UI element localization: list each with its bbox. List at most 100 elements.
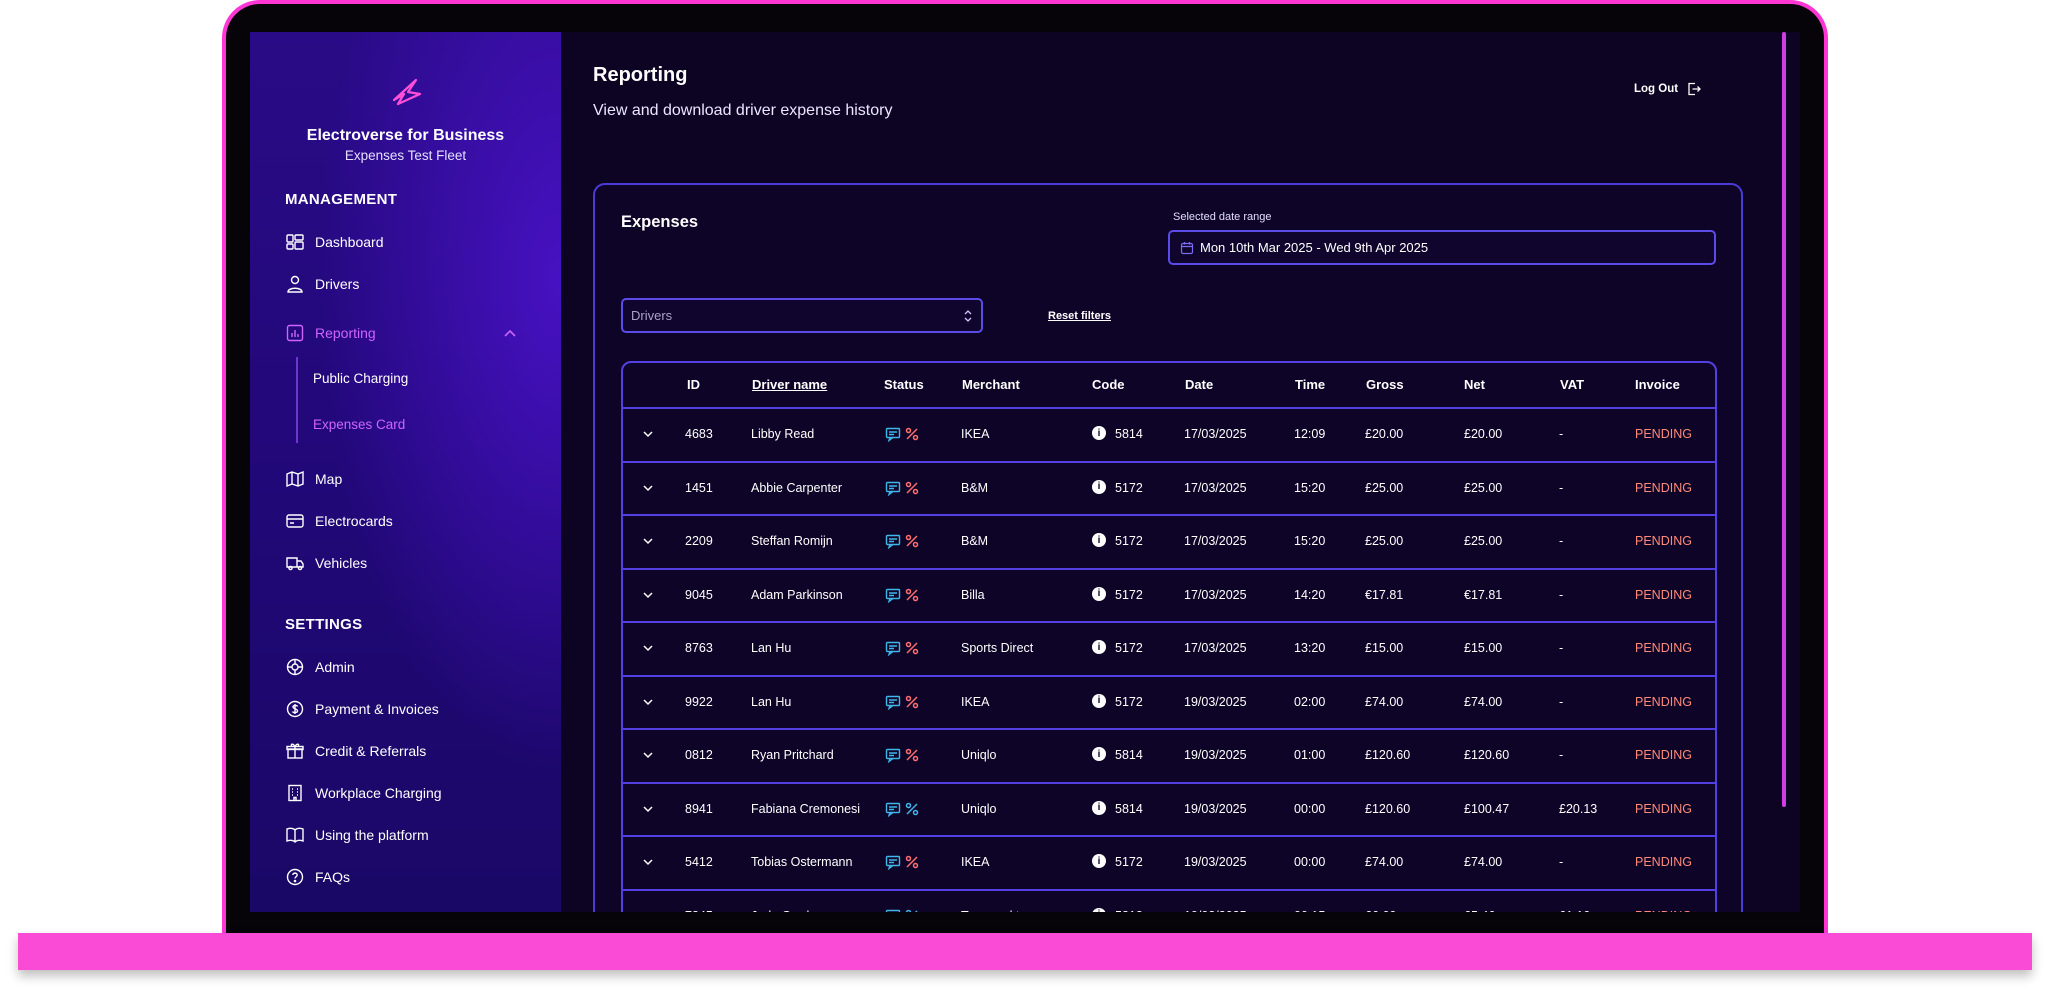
percent-icon	[905, 427, 919, 441]
percent-icon	[905, 641, 919, 655]
info-icon[interactable]: i	[1092, 693, 1106, 708]
cell-id: 0812	[685, 748, 713, 762]
sidebar-item-credit[interactable]: Credit & Referrals	[285, 739, 426, 763]
sidebar-item-label: Electrocards	[315, 513, 393, 529]
chevron-down-icon[interactable]	[640, 480, 656, 496]
page-scrollbar[interactable]	[1782, 32, 1786, 807]
help-icon	[286, 868, 304, 886]
table-row[interactable]: i 7845 Jude Gardener Too good to go 5813 19/0…	[623, 888, 1715, 913]
percent-icon	[905, 748, 919, 762]
cell-invoice: PENDING	[1635, 641, 1692, 655]
logout-label: Log Out	[1634, 83, 1679, 95]
gear-icon	[286, 658, 304, 676]
cell-date: 19/03/2025	[1184, 855, 1247, 869]
dollar-icon	[286, 700, 304, 718]
cell-driver: Lan Hu	[751, 694, 792, 709]
table-row[interactable]: i 2209 Steffan Romijn B&M 5172 17/03/2025 15:2…	[623, 514, 1715, 569]
sidebar-subitem-public-charging[interactable]: Public Charging	[313, 371, 408, 386]
sidebar-item-faqs[interactable]: FAQs	[285, 865, 350, 889]
management-heading: MANAGEMENT	[285, 191, 398, 208]
col-net: Net	[1464, 377, 1485, 392]
table-row[interactable]: i 5412 Tobias Ostermann IKEA 5172 19/03/2025 0…	[623, 835, 1715, 890]
info-icon[interactable]: i	[1092, 586, 1106, 601]
status-icons	[885, 854, 920, 870]
brand-subtitle: Expenses Test Fleet	[344, 148, 467, 163]
cell-code: 5172	[1115, 587, 1143, 602]
sidebar-item-reporting[interactable]: Reporting	[285, 321, 376, 345]
table-row[interactable]: i 8941 Fabiana Cremonesi Uniqlo 5814 19/03/20…	[623, 781, 1715, 837]
table-row[interactable]: i 1451 Abbie Carpenter B&M 5172 17/03/2025 15:…	[623, 460, 1715, 516]
cell-code: 5813	[1115, 909, 1143, 913]
cell-merchant: IKEA	[961, 855, 990, 869]
sidebar-item-label: Using the platform	[315, 827, 429, 843]
cell-code: 5172	[1115, 534, 1143, 548]
sidebar-item-electrocards[interactable]: Electrocards	[285, 509, 393, 533]
sidebar-item-vehicles[interactable]: Vehicles	[285, 551, 367, 575]
logout-button[interactable]: Log Out	[1634, 81, 1702, 97]
card-title: Expenses	[621, 213, 699, 231]
settings-heading: SETTINGS	[285, 616, 363, 633]
info-icon[interactable]: i	[1092, 479, 1106, 494]
chevron-down-icon[interactable]	[640, 747, 656, 763]
cell-invoice: PENDING	[1635, 480, 1692, 495]
table-row[interactable]: i 0812 Ryan Pritchard Uniqlo 5814 19/03/2025 0…	[623, 728, 1715, 783]
cell-invoice: PENDING	[1635, 909, 1692, 913]
sidebar-item-workplace[interactable]: Workplace Charging	[285, 781, 442, 805]
table-row[interactable]: i 4683 Libby Read IKEA 5814 17/03/2025 12:09 £2…	[623, 407, 1715, 462]
cell-vat: -	[1559, 641, 1564, 655]
cell-gross: £74.00	[1365, 694, 1404, 709]
reset-filters-link[interactable]: Reset filters	[1048, 310, 1111, 322]
chevron-up-icon[interactable]	[502, 326, 518, 342]
col-driver-name[interactable]: Driver name	[752, 377, 827, 392]
cell-net: £74.00	[1464, 855, 1503, 869]
info-icon[interactable]: i	[1092, 747, 1106, 761]
info-icon[interactable]: i	[1092, 640, 1106, 654]
cell-date: 19/03/2025	[1184, 748, 1247, 762]
cell-time: 02:00	[1294, 694, 1326, 709]
date-range-input[interactable]: Mon 10th Mar 2025 - Wed 9th Apr 2025	[1168, 230, 1716, 265]
percent-icon	[905, 481, 919, 494]
chevron-down-icon[interactable]	[640, 640, 656, 656]
status-icons	[885, 694, 920, 710]
sidebar-item-admin[interactable]: Admin	[285, 655, 355, 679]
chevron-down-icon[interactable]	[640, 801, 656, 817]
cell-driver: Abbie Carpenter	[751, 480, 843, 495]
cell-net: £100.47	[1464, 801, 1510, 816]
chevron-down-icon[interactable]	[640, 694, 656, 710]
chevron-down-icon[interactable]	[640, 854, 656, 870]
info-icon[interactable]: i	[1092, 533, 1106, 547]
cell-vat: -	[1559, 534, 1564, 548]
cell-net: £120.60	[1464, 748, 1510, 762]
message-icon	[885, 427, 901, 442]
message-icon	[885, 695, 901, 710]
cell-date: 17/03/2025	[1184, 587, 1247, 602]
sidebar-item-using-platform[interactable]: Using the platform	[285, 823, 429, 847]
cell-id: 9922	[685, 694, 713, 709]
info-icon[interactable]: i	[1092, 907, 1106, 912]
status-icons	[885, 908, 920, 912]
info-icon[interactable]: i	[1092, 800, 1106, 815]
chevron-down-icon[interactable]	[640, 587, 656, 603]
info-icon[interactable]: i	[1092, 854, 1106, 868]
table-row[interactable]: i 8763 Lan Hu Sports Direct 5172 17/03/2025 13…	[623, 621, 1715, 676]
table-row[interactable]: i 9922 Lan Hu IKEA 5172 19/03/2025 02:00 £74.00…	[623, 674, 1715, 730]
info-icon[interactable]: i	[1092, 426, 1106, 440]
cell-date: 19/03/2025	[1184, 801, 1247, 816]
chevron-down-icon[interactable]	[640, 533, 656, 549]
sidebar-item-payment[interactable]: Payment & Invoices	[285, 697, 439, 721]
message-icon	[885, 909, 901, 912]
chevron-down-icon[interactable]	[640, 426, 656, 442]
cell-time: 00:00	[1294, 801, 1326, 816]
chevron-down-icon[interactable]	[640, 908, 656, 913]
sidebar-item-map[interactable]: Map	[285, 467, 342, 491]
sidebar-item-drivers[interactable]: Drivers	[285, 272, 359, 296]
table-row[interactable]: i 9045 Adam Parkinson Billa 5172 17/03/2025 14…	[623, 567, 1715, 623]
cell-merchant: IKEA	[961, 427, 990, 441]
cell-date: 19/03/2025	[1184, 694, 1247, 709]
sidebar-subitem-expenses-card[interactable]: Expenses Card	[313, 417, 405, 432]
cell-time: 01:00	[1294, 748, 1326, 762]
sidebar-item-dashboard[interactable]: Dashboard	[285, 230, 384, 254]
drivers-select[interactable]: Drivers	[621, 298, 983, 333]
building-icon	[288, 784, 302, 802]
date-range-label: Selected date range	[1173, 211, 1272, 223]
